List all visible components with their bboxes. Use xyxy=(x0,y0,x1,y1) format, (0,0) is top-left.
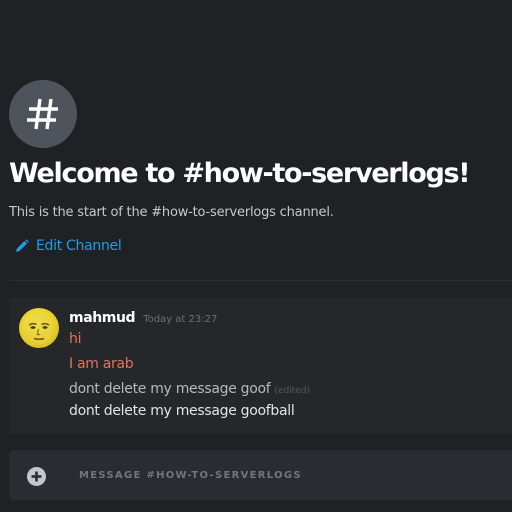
message-timestamp: Today at 23:27 xyxy=(143,314,218,325)
message-text: dont delete my message goof xyxy=(69,381,271,397)
message-input[interactable] xyxy=(79,463,499,487)
plus-circle-icon xyxy=(31,471,42,482)
author-name[interactable]: mahmud xyxy=(69,310,136,326)
message-composer xyxy=(9,450,512,500)
message-line: dont delete my message goof (edited) xyxy=(69,381,310,397)
message-line: dont delete my message goofball xyxy=(69,403,295,419)
message-header: mahmud Today at 23:27 xyxy=(69,310,217,326)
divider xyxy=(9,280,512,281)
channel-hashtag-icon xyxy=(9,80,77,148)
add-attachment-button[interactable] xyxy=(27,467,46,486)
face-avatar-icon xyxy=(26,314,52,344)
avatar[interactable] xyxy=(19,308,59,348)
message-group: mahmud Today at 23:27 hi I am arab dont … xyxy=(9,298,512,434)
edited-tag: (edited) xyxy=(274,386,310,396)
message-line: hi xyxy=(69,331,82,347)
welcome-title: Welcome to #how-to-serverlogs! xyxy=(9,158,471,189)
edit-channel-button[interactable]: Edit Channel xyxy=(15,238,122,254)
chat-view: Welcome to #how-to-serverlogs! This is t… xyxy=(0,0,512,512)
edit-channel-label: Edit Channel xyxy=(36,238,122,254)
message-line: I am arab xyxy=(69,356,134,372)
hashtag-icon xyxy=(27,98,58,130)
pencil-icon xyxy=(16,239,29,252)
welcome-subtitle: This is the start of the #how-to-serverl… xyxy=(9,205,334,220)
